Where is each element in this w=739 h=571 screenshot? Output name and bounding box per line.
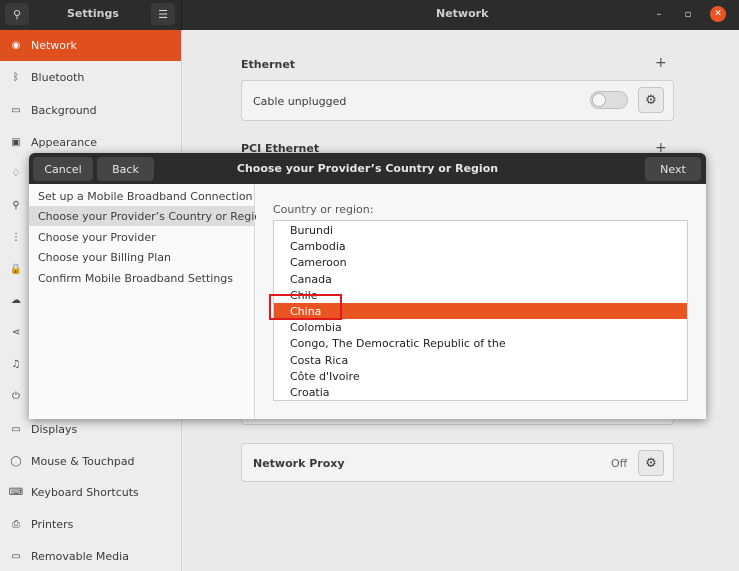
list-item[interactable]: Cameroon <box>274 254 687 270</box>
list-item[interactable]: Côte d'Ivoire <box>274 368 687 384</box>
list-item[interactable]: Costa Rica <box>274 352 687 368</box>
list-item[interactable]: Croatia <box>274 384 687 400</box>
minimize-button[interactable]: – <box>651 6 667 22</box>
step-item: Choose your Billing Plan <box>38 250 171 264</box>
list-item[interactable]: Canada <box>274 271 687 287</box>
hamburger-menu-icon: ☰ <box>158 7 168 21</box>
window-title: Network <box>436 7 489 20</box>
mobile-broadband-dialog: Cancel Back Choose your Provider’s Count… <box>29 153 706 419</box>
list-item[interactable]: Colombia <box>274 319 687 335</box>
list-item[interactable]: Burundi <box>274 222 687 238</box>
dialog-header: Cancel Back Choose your Provider’s Count… <box>29 153 706 184</box>
next-button[interactable]: Next <box>645 157 701 181</box>
step-item: Choose your Provider <box>38 230 156 244</box>
list-item[interactable]: Cambodia <box>274 238 687 254</box>
maximize-button[interactable]: ▫ <box>680 6 696 22</box>
app-title: Settings <box>67 7 119 20</box>
step-item: Confirm Mobile Broadband Settings <box>38 271 234 285</box>
search-icon: ⚲ <box>12 7 22 21</box>
country-region-label: Country or region: <box>273 203 374 216</box>
close-button[interactable]: ✕ <box>710 6 726 22</box>
dialog-title: Choose your Provider’s Country or Region <box>236 162 499 175</box>
header-bar: ⚲ Settings ☰ Network – ▫ ✕ <box>0 0 739 30</box>
list-item[interactable]: Congo, The Democratic Republic of the <box>274 335 687 351</box>
maximize-icon: ▫ <box>684 8 692 20</box>
step-item-current: Choose your Provider’s Country or Region <box>29 206 268 226</box>
step-item: Set up a Mobile Broadband Connection <box>38 189 253 203</box>
menu-button[interactable]: ☰ <box>151 3 175 25</box>
minimize-icon: – <box>656 8 662 20</box>
annotation-highlight-box <box>269 294 342 320</box>
search-button[interactable]: ⚲ <box>5 3 29 25</box>
close-icon: ✕ <box>714 9 722 19</box>
sidebar-header: ⚲ Settings ☰ <box>0 0 182 30</box>
assistant-steps: Set up a Mobile Broadband Connection Cho… <box>29 184 268 419</box>
